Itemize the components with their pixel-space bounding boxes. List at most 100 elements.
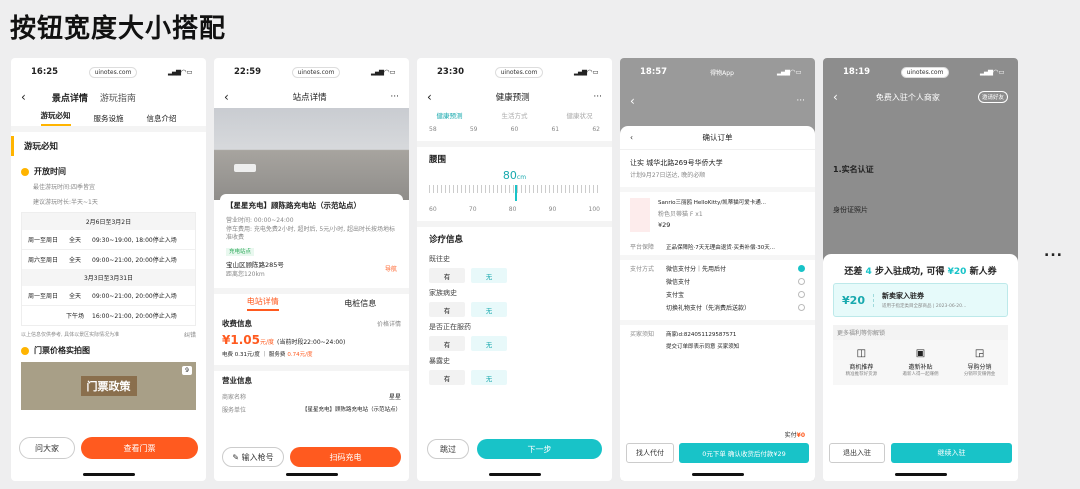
price-period: (当前时段22:00~24:00) xyxy=(277,338,346,346)
back-icon[interactable]: ‹ xyxy=(21,90,26,104)
waist-ruler-slider[interactable] xyxy=(429,185,600,203)
ask-button[interactable]: 问大家 xyxy=(19,437,75,459)
guarantee-value: 正品保障险·7天无理由退货·买贵补偿·30天... xyxy=(666,244,775,251)
price-detail-link[interactable]: 价格详情 xyxy=(377,319,401,328)
confirm-order-button[interactable]: 0元下单 确认收货后付款¥29 xyxy=(679,443,809,463)
back-icon[interactable]: ‹ xyxy=(833,90,838,104)
continue-join-button[interactable]: 继续入驻 xyxy=(891,443,1012,463)
input-gun-label: 输入枪号 xyxy=(241,452,274,462)
product-name: Sanrio三丽鸥 HelloKitty/凯蒂猫可爱卡通... xyxy=(658,200,766,206)
more-icon[interactable]: ··· xyxy=(796,96,805,106)
yes-chip[interactable]: 有 xyxy=(429,336,465,351)
table-row: 周一至周日 全天 09:00~21:00, 20:00停止入场 xyxy=(22,286,195,306)
photo-count: 9 xyxy=(182,366,192,375)
phone-order: 18:57 得物App ▂▄▆ ◠ ▭ ‹ ··· ‹ 确认订单 让实 城华北路… xyxy=(620,58,815,481)
order-sheet: ‹ 确认订单 让实 城华北路269号华侨大学 计划9月27日送达, 晚的必顺 S… xyxy=(620,126,815,481)
back-icon[interactable]: ‹ xyxy=(224,90,229,104)
promo-text-a: 还差 xyxy=(844,267,863,277)
hours-table: 2月6日至3月2日 周一至周日 全天 09:30~19:00, 18:00停止入场 … xyxy=(21,212,196,326)
no-chip[interactable]: 无 xyxy=(471,336,507,351)
input-gun-button[interactable]: ✎ 输入枪号 xyxy=(222,447,284,467)
benefit-sub: 精准推荐好货源 xyxy=(845,372,878,377)
status-bar: 18:57 得物App ▂▄▆ ◠ ▭ xyxy=(620,58,815,86)
tab-station-detail[interactable]: 电站详情 xyxy=(246,296,279,312)
subtab-info[interactable]: 信息介绍 xyxy=(147,113,177,124)
edit-button[interactable]: 纠错 xyxy=(184,330,196,339)
nav-title: 站点详情 xyxy=(292,93,327,103)
benefit-title: 邀新补贴 xyxy=(908,364,933,371)
best-season: 最佳游玩时间:四季皆宜 xyxy=(33,184,96,191)
navigate-button[interactable]: 导航 xyxy=(385,264,397,273)
range-header: 3月3日至3月31日 xyxy=(22,269,195,286)
back-icon[interactable]: ‹ xyxy=(630,94,635,108)
more-icon[interactable]: ··· xyxy=(390,92,399,102)
signal-icon: ▂▄▆ ◠ ▭ xyxy=(371,68,396,76)
benefit-item: ◫ 商机推荐 精准推荐好货源 xyxy=(846,348,878,377)
product-price: ¥29 xyxy=(658,221,671,229)
merchant-id: 商家id:824051129587571 xyxy=(666,331,737,338)
pay-radio-3[interactable] xyxy=(798,291,805,298)
pay-option-1: 微信支付分｜先用后付 xyxy=(666,266,727,273)
invite-button[interactable]: 邀请好友 xyxy=(977,91,1008,103)
home-indicator xyxy=(895,473,947,476)
pay-option-2: 微信支付 xyxy=(666,279,691,286)
no-chip[interactable]: 无 xyxy=(471,370,507,385)
promo-text-c: 新人券 xyxy=(969,267,997,277)
yes-chip[interactable]: 有 xyxy=(429,370,465,385)
tick: 80 xyxy=(508,206,517,213)
address-block[interactable]: 让实 城华北路269号华侨大学 计划9月27日送达, 晚的必顺 xyxy=(620,150,815,192)
exit-join-button[interactable]: 退出入驻 xyxy=(829,443,885,463)
pay-radio-1[interactable] xyxy=(798,265,805,272)
service-fee: 0.74元/度 xyxy=(287,351,313,358)
no-chip[interactable]: 无 xyxy=(471,268,507,283)
signal-icon: ▂▄▆ ◠ ▭ xyxy=(574,68,599,76)
status-bar: 18:19 uinotes.com ▂▄▆ ◠ ▭ xyxy=(823,58,1018,86)
yes-chip[interactable]: 有 xyxy=(429,302,465,317)
tab-scenic-detail[interactable]: 景点详情 xyxy=(52,91,88,104)
friend-pay-button[interactable]: 找人代付 xyxy=(626,443,674,463)
status-bar: 16:25 uinotes.com ▂▄▆ ◠ ▭ xyxy=(11,58,206,86)
coupon-subtitle: 适用于指定类目全部商品 | 2023-06-20... xyxy=(882,304,967,309)
pay-radio-gift[interactable] xyxy=(798,304,805,311)
close-icon[interactable]: ‹ xyxy=(630,133,633,142)
next-button[interactable]: 下一步 xyxy=(477,439,602,459)
merchant-value: 星星 xyxy=(388,393,401,401)
status-time: 18:57 xyxy=(640,67,668,77)
app-name: 得物App xyxy=(710,69,734,77)
no-chip[interactable]: 无 xyxy=(471,302,507,317)
scan-charge-button[interactable]: 扫码充电 xyxy=(290,447,401,467)
clock-icon xyxy=(21,167,29,176)
disclaimer: 以上信息仅供参考, 具体以景区实际情况为准 xyxy=(21,332,120,338)
station-name: 【星星充电】顾陈路充电站（示范站点） xyxy=(226,201,361,210)
price-unit: 元/度 xyxy=(259,338,274,346)
subtab-facilities[interactable]: 服务设施 xyxy=(94,113,124,124)
photo-sign: 门票政策 xyxy=(80,376,137,396)
url-badge: uinotes.com xyxy=(494,66,544,78)
ticket-photo[interactable]: 门票政策 9 xyxy=(21,362,196,410)
step-2: 生活方式 xyxy=(501,112,528,120)
question-label: 家族病史 xyxy=(429,289,457,297)
waist-number: 80 xyxy=(502,169,517,182)
yes-chip[interactable]: 有 xyxy=(429,268,465,283)
pay-radio-2[interactable] xyxy=(798,278,805,285)
tick: 59 xyxy=(469,126,478,133)
tab-pile-info[interactable]: 电桩信息 xyxy=(344,298,376,309)
station-photo[interactable] xyxy=(214,108,409,200)
tab-guide[interactable]: 游玩指南 xyxy=(100,91,136,104)
benefit-grid: ◫ 商机推荐 精准推荐好货源 ▣ 邀新补贴 邀新人得一起赚佣 ◲ 导购分销 分销带货赚佣金 xyxy=(833,340,1008,385)
waist-value: 80cm xyxy=(417,169,612,182)
home-indicator xyxy=(83,473,135,476)
waist-unit: cm xyxy=(516,174,527,181)
skip-button[interactable]: 跳过 xyxy=(427,439,469,459)
fee-detail: 电费 0.31元/度 ｜ 服务费 xyxy=(222,351,286,358)
agreement-text[interactable]: 提交订单即表示同意 买家须知 xyxy=(666,342,739,350)
more-ellipsis: ... xyxy=(1044,244,1063,260)
price: ¥1.05 xyxy=(222,332,260,347)
view-ticket-button[interactable]: 查看门票 xyxy=(81,437,198,459)
subtab-must-know[interactable]: 游玩必知 xyxy=(40,110,71,126)
step-3: 健康状况 xyxy=(566,112,593,120)
edit-icon: ✎ xyxy=(232,452,242,462)
more-icon[interactable]: ··· xyxy=(593,92,602,102)
back-icon[interactable]: ‹ xyxy=(427,90,432,104)
status-bar: 22:59 uinotes.com ▂▄▆ ◠ ▭ xyxy=(214,58,409,86)
